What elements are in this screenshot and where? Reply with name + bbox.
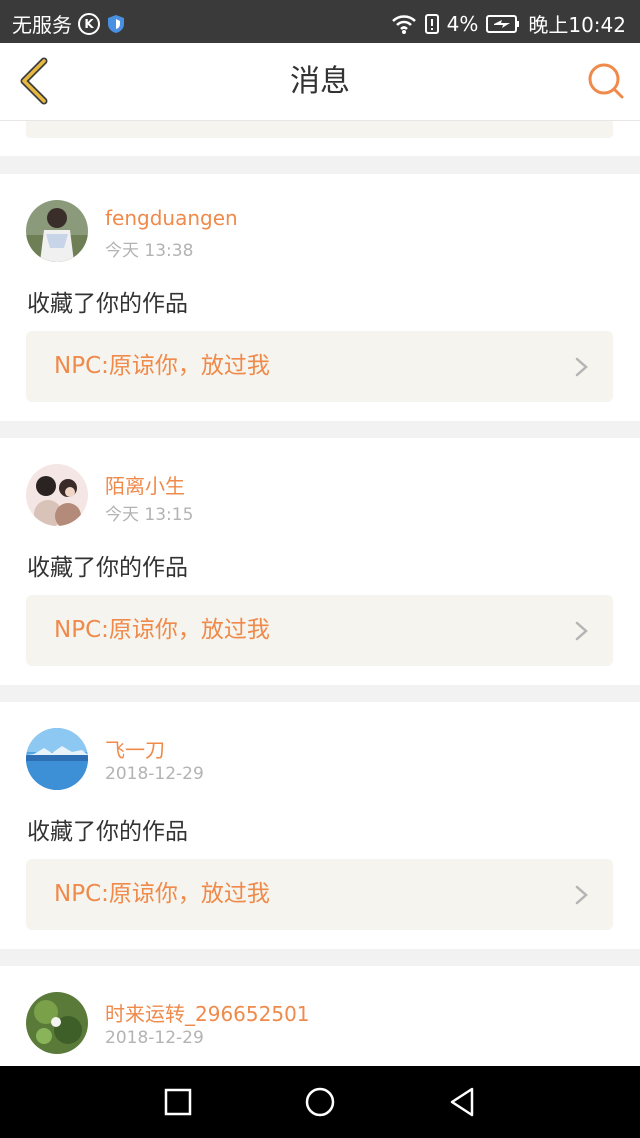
system-nav-bar (0, 1066, 640, 1138)
wifi-icon (391, 14, 416, 34)
username[interactable]: fengduangen (105, 206, 238, 230)
work-link[interactable]: NPC:原谅你，放过我 (26, 331, 613, 402)
username[interactable]: 时来运转_296652501 (105, 998, 310, 1027)
avatar[interactable] (26, 200, 88, 262)
recents-icon[interactable] (162, 1086, 194, 1118)
page-title: 消息 (290, 64, 350, 99)
message-card: 时来运转_296652501 2018-12-29 (0, 966, 640, 1066)
chevron-right-icon (575, 885, 588, 905)
work-link[interactable]: NPC:原谅你，放过我 (26, 859, 613, 930)
action-text: 收藏了你的作品 (27, 291, 188, 317)
message-time: 今天 13:38 (105, 241, 194, 261)
carrier-text: 无服务 (12, 13, 72, 37)
nav-bar: 消息 (0, 43, 640, 121)
message-card: fengduangen 今天 13:38 收藏了你的作品 NPC:原谅你，放过我 (0, 174, 640, 421)
work-title: NPC:原谅你，放过我 (54, 617, 270, 643)
work-title: NPC:原谅你，放过我 (54, 353, 270, 379)
message-time: 2018-12-29 (105, 1028, 204, 1048)
action-text: 收藏了你的作品 (27, 819, 188, 845)
home-icon[interactable] (304, 1086, 336, 1118)
username[interactable]: 陌离小生 (105, 470, 185, 499)
alert-icon (424, 13, 439, 34)
search-icon[interactable] (586, 61, 626, 101)
battery-icon (486, 14, 520, 33)
action-text: 收藏了你的作品 (27, 555, 188, 581)
avatar[interactable] (26, 992, 88, 1054)
work-link[interactable]: NPC:原谅你，放过我 (26, 595, 613, 666)
message-card: 陌离小生 今天 13:15 收藏了你的作品 NPC:原谅你，放过我 (0, 438, 640, 685)
message-card: 飞一刀 2018-12-29 收藏了你的作品 NPC:原谅你，放过我 (0, 702, 640, 949)
message-list[interactable]: fengduangen 今天 13:38 收藏了你的作品 NPC:原谅你，放过我… (0, 121, 640, 1066)
chevron-right-icon (575, 357, 588, 377)
previous-work-link-tail (26, 121, 613, 138)
avatar[interactable] (26, 728, 88, 790)
avatar[interactable] (26, 464, 88, 526)
username[interactable]: 飞一刀 (105, 734, 165, 763)
work-title: NPC:原谅你，放过我 (54, 881, 270, 907)
chevron-right-icon (575, 621, 588, 641)
clock: 晚上10:42 (528, 13, 626, 37)
message-time: 今天 13:15 (105, 505, 194, 525)
previous-card-tail (0, 121, 640, 156)
back-icon[interactable] (14, 57, 54, 105)
battery-percent: 4% (446, 11, 479, 36)
message-time: 2018-12-29 (105, 764, 204, 784)
status-bar: 无服务 K 4% 晚上10:42 (0, 0, 640, 43)
back-nav-icon[interactable] (446, 1086, 478, 1118)
shield-icon (108, 14, 124, 33)
k-icon: K (78, 12, 100, 35)
